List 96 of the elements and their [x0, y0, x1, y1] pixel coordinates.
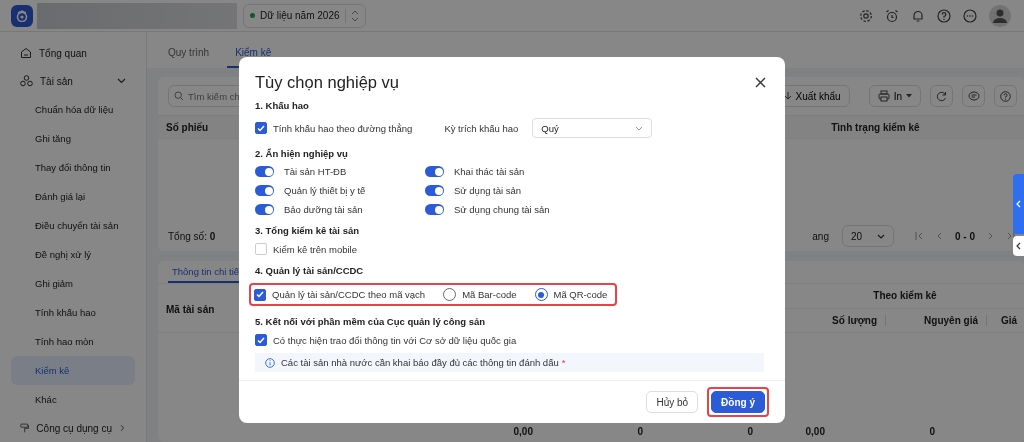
checkbox-label: Tính khấu hao theo đường thẳng — [273, 122, 413, 134]
column-header: Nguyên giá — [886, 315, 987, 326]
toggle-label: Khai thác tài sản — [454, 166, 525, 177]
checkmark-icon — [257, 124, 265, 132]
sidebar-subitem[interactable]: Khác — [11, 385, 135, 414]
close-icon[interactable] — [755, 77, 766, 88]
help-button[interactable] — [994, 85, 1017, 107]
alarm-clock-icon[interactable] — [885, 8, 899, 23]
required-mark: * — [561, 357, 566, 368]
sidebar-item[interactable]: Tài sản — [0, 67, 146, 95]
page-label: ang — [812, 230, 829, 242]
page-size-select[interactable]: 20 — [842, 225, 894, 247]
data-year-selector[interactable]: Dữ liệu năm 2026 — [243, 3, 366, 28]
section-title: 5. Kết nối với phần mềm của Cục quản lý công sản — [255, 316, 487, 327]
printer-icon — [877, 90, 890, 102]
chevron-icon — [877, 233, 885, 239]
caret-icon — [906, 94, 912, 98]
tab[interactable]: Quy trình — [160, 47, 218, 68]
sidebar-item[interactable]: Tổng quan — [0, 39, 146, 67]
radio-label: Mã Bar-code — [462, 289, 517, 300]
sidebar-subitem[interactable]: Điều chuyển tài sản — [11, 211, 135, 240]
total-value: 0 — [928, 426, 935, 439]
more-icon[interactable] — [963, 8, 977, 23]
app-logo-icon[interactable] — [11, 4, 33, 27]
total-value: 0,00 — [804, 426, 825, 439]
checkmark-icon — [256, 291, 264, 298]
total-count: Tổng số: 0 — [168, 230, 216, 242]
section-title: 3. Tổng kiểm kê tài sản — [255, 225, 360, 236]
checkbox-label: Có thực hiện trao đổi thông tin với Cơ sở dữ liệu quốc gia — [273, 334, 517, 346]
checkbox[interactable] — [255, 122, 267, 134]
sidebar-subitem[interactable]: Ghi giảm — [11, 269, 135, 298]
refresh-button[interactable] — [930, 85, 953, 107]
print-button[interactable]: In — [868, 85, 921, 107]
column-header: Số phiếu — [165, 121, 209, 133]
sidebar-subitem[interactable]: Ghi tăng — [11, 124, 135, 153]
chevron-icon — [635, 125, 644, 131]
refresh-icon — [936, 90, 947, 102]
chevron-icon[interactable] — [117, 78, 126, 84]
radio-label: Mã QR-code — [553, 289, 608, 300]
sidebar-subitem[interactable]: Tính hao mòn — [11, 327, 135, 356]
total-value: 0 — [746, 426, 753, 439]
sidebar-subitem[interactable]: Đề nghị xử lý — [11, 240, 135, 269]
toggle-label: Sử dụng tài sản — [454, 185, 522, 196]
toggle-switch[interactable] — [425, 204, 444, 215]
sidebar-subitem[interactable]: Chuẩn hóa dữ liệu — [11, 95, 135, 124]
total-value: 0 — [636, 426, 643, 439]
confirm-button[interactable]: Đồng ý — [711, 391, 765, 413]
sidebar-item[interactable]: Công cụ dụng cụ — [0, 414, 146, 442]
checkbox[interactable] — [255, 334, 267, 346]
chevron-icon[interactable] — [119, 425, 126, 431]
home-icon — [20, 47, 32, 59]
toggle-switch[interactable] — [255, 166, 274, 177]
page-range: 0 - 0 — [955, 230, 975, 242]
toggle-switch[interactable] — [255, 185, 274, 196]
download-icon — [783, 91, 792, 101]
toggle-label: Bảo dưỡng tài sản — [284, 204, 363, 215]
info-icon — [265, 357, 275, 368]
comment-button[interactable] — [962, 85, 985, 107]
note-text: Các tài sản nhà nước cần khai báo đầy đủ các thông tin đánh dấu — [281, 357, 559, 368]
toggle-label: Tài sản HT-ĐB — [284, 166, 347, 177]
sidebar-subitem[interactable]: Thay đổi thông tin — [11, 153, 135, 182]
checkbox-label: Kiểm kê trên mobile — [273, 243, 357, 255]
chevron-icon — [1016, 242, 1021, 250]
help-icon — [1000, 90, 1011, 102]
column-group-header: Theo kiểm kê — [785, 284, 1024, 309]
toggle-switch[interactable] — [425, 185, 444, 196]
section-title: 4. Quản lý tài sản/CCDC — [255, 265, 365, 276]
toggle-label: Quản lý thiết bị y tế — [284, 185, 366, 196]
circles-icon — [20, 75, 33, 87]
field-label: Kỳ trích khấu hao — [444, 122, 519, 134]
help-icon[interactable] — [937, 8, 951, 23]
toggle-label: Sử dụng chung tài sản — [454, 204, 550, 215]
sidebar-subitem[interactable]: Tính khấu hao — [11, 298, 135, 327]
stepper-arrows-icon[interactable] — [344, 8, 359, 23]
section-title: 2. Ẩn hiện nghiệp vụ — [255, 148, 349, 159]
column-header: Giá — [999, 315, 1018, 326]
checkbox[interactable] — [254, 288, 266, 301]
cancel-button[interactable]: Hủy bỏ — [646, 391, 699, 413]
sidebar-subitem[interactable]: Đánh giá lại — [11, 182, 135, 211]
toggle-switch[interactable] — [255, 204, 274, 215]
bell-icon[interactable] — [911, 8, 925, 23]
checkmark-icon — [257, 336, 265, 344]
comment-icon — [967, 90, 980, 102]
search-icon — [174, 91, 184, 101]
toggle-switch[interactable] — [425, 166, 444, 177]
expand-panel-tab[interactable] — [1013, 236, 1024, 256]
total-value: 0,00 — [512, 426, 533, 439]
column-header: Mã tài sản — [166, 304, 215, 315]
avatar-icon[interactable] — [989, 4, 1011, 27]
column-header: Tình trạng kiểm kê — [830, 121, 920, 133]
paint-roller-icon — [20, 422, 30, 434]
checkbox-label: Quản lý tài sản/CCDC theo mã vạch — [272, 289, 426, 300]
settings-icon[interactable] — [859, 8, 873, 23]
sidebar-subitem[interactable]: Kiểm kê — [11, 356, 135, 385]
period-select[interactable]: Quý — [532, 118, 653, 138]
chevron-icon — [1016, 200, 1021, 208]
